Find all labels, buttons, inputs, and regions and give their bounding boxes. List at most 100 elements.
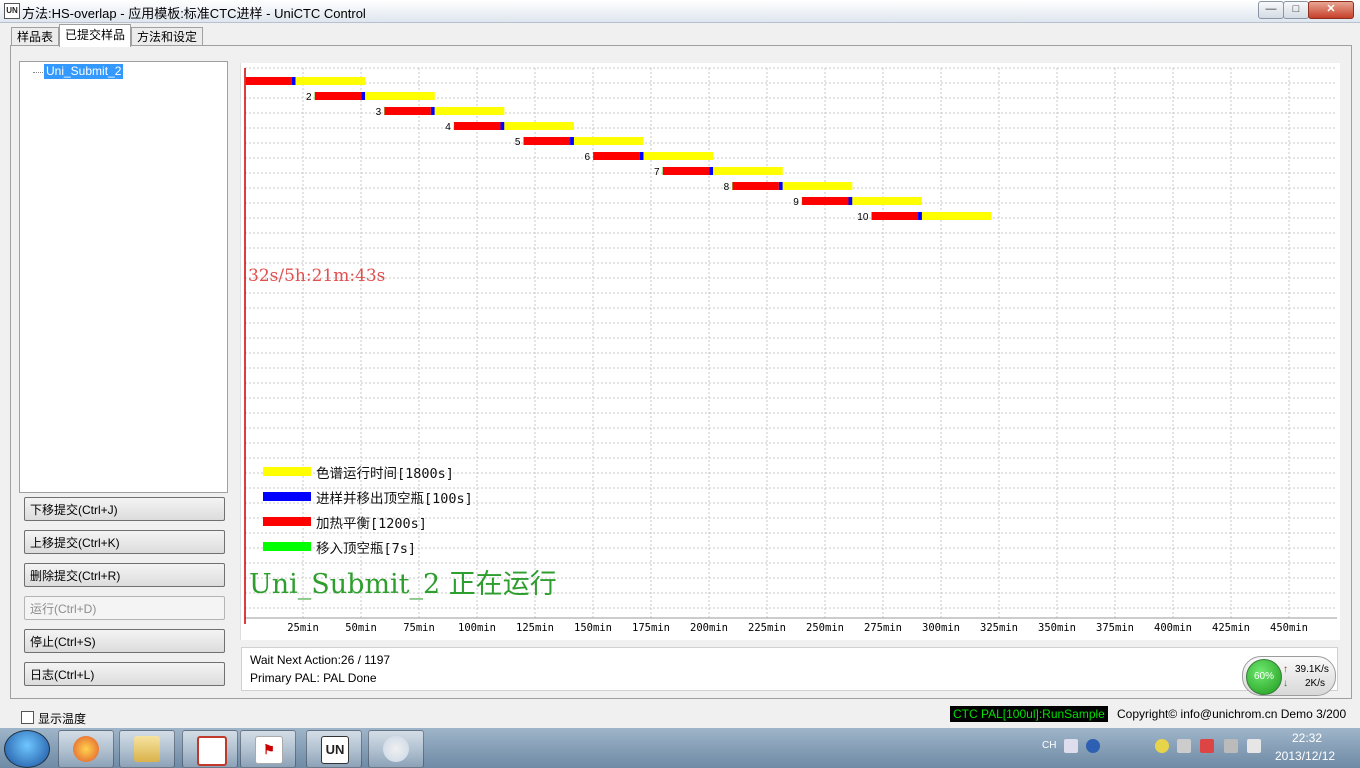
bar-run (643, 152, 714, 160)
legend-swatch (263, 467, 311, 476)
x-tick-label: 250min (806, 622, 844, 634)
pdf-reader-icon[interactable]: ⚑ (240, 730, 296, 768)
tab-method-settings[interactable]: 方法和设定 (131, 27, 204, 46)
bar-inject (500, 122, 505, 130)
bar-run (852, 197, 922, 205)
running-status-label: Uni_Submit_2 正在运行 (249, 569, 557, 600)
elapsed-time-label: 32s/5h:21m:43s (248, 266, 386, 286)
sample-number-label: 8 (724, 182, 730, 193)
sample-number-label: 9 (793, 197, 799, 208)
clock-date[interactable]: 2013/12/12 (1275, 749, 1335, 763)
minimize-button[interactable]: — (1258, 1, 1284, 19)
presentation-icon[interactable] (182, 730, 238, 768)
x-tick-label: 225min (748, 622, 786, 634)
close-button[interactable]: ✕ (1308, 1, 1354, 19)
show-temperature-label: 显示温度 (38, 712, 87, 726)
x-tick-label: 450min (1270, 622, 1308, 634)
legend-label: 移入顶空瓶[7s] (316, 541, 417, 557)
battery-icon[interactable] (1177, 739, 1191, 753)
network-meter-gadget[interactable]: 60% ↑ 39.1K/s ↓ 2K/s (1242, 656, 1336, 696)
bar-inject (361, 92, 366, 100)
tab-submitted-samples[interactable]: 已提交样品 (59, 24, 132, 47)
bar-heat (314, 92, 362, 100)
bar-inject (918, 212, 922, 220)
bar-heat (802, 197, 849, 205)
stop-button[interactable]: 停止(Ctrl+S) (24, 629, 225, 653)
log-button[interactable]: 日志(Ctrl+L) (24, 662, 225, 686)
folder-glyph (134, 736, 160, 762)
x-tick-label: 25min (287, 622, 319, 634)
x-tick-label: 325min (980, 622, 1018, 634)
bar-heat (662, 167, 710, 175)
delete-submission-button[interactable]: 删除提交(Ctrl+R) (24, 563, 225, 587)
unictc-glyph: UN (321, 736, 349, 764)
legend-label: 加热平衡[1200s] (316, 516, 427, 532)
legend-label: 进样并移出顶空瓶[100s] (316, 491, 473, 507)
unictc-app-icon[interactable]: UN (306, 730, 362, 768)
palette-glyph (73, 736, 99, 762)
keyboard-icon[interactable] (1064, 739, 1078, 753)
bar-run (434, 107, 505, 115)
sample-number-label: 5 (515, 137, 521, 148)
language-indicator[interactable]: CH (1042, 740, 1056, 751)
status-box: Wait Next Action:26 / 1197 Primary PAL: … (241, 647, 1338, 691)
bar-inject (848, 197, 853, 205)
bar-run (782, 182, 853, 190)
pal-status-indicator: CTC PAL[100ul]:RunSample (950, 706, 1108, 722)
upload-speed: 39.1K/s (1295, 664, 1329, 675)
start-button[interactable] (4, 730, 50, 768)
show-temperature-checkbox[interactable] (21, 711, 34, 724)
sample-number-label: 2 (306, 92, 312, 103)
bar-heat (871, 212, 919, 220)
tab-sample-table[interactable]: 样品表 (11, 27, 60, 46)
x-tick-label: 100min (458, 622, 496, 634)
paint-glyph (383, 736, 409, 762)
x-tick-label: 375min (1096, 622, 1134, 634)
bar-heat (245, 77, 292, 85)
sample-number-label: 7 (654, 167, 660, 178)
help-icon[interactable] (1086, 739, 1100, 753)
volume-icon[interactable] (1224, 739, 1238, 753)
cpu-percent-ring: 60% (1246, 659, 1282, 695)
x-tick-label: 200min (690, 622, 728, 634)
bar-inject (709, 167, 714, 175)
bar-heat (384, 107, 431, 115)
sample-number-label: 6 (584, 152, 590, 163)
bar-run (295, 77, 366, 85)
legend-swatch (263, 517, 311, 526)
bar-run (921, 212, 992, 220)
bar-inject (570, 137, 574, 145)
run-button[interactable]: 运行(Ctrl+D) (24, 596, 225, 620)
bar-run (573, 137, 644, 145)
signal-icon[interactable] (1247, 739, 1261, 753)
bar-heat (523, 137, 571, 145)
x-tick-label: 300min (922, 622, 960, 634)
submission-tree[interactable] (19, 61, 228, 493)
x-tick-label: 175min (632, 622, 670, 634)
sample-number-label: 3 (376, 107, 382, 118)
legend-label: 色谱运行时间[1800s] (316, 466, 454, 482)
bar-inject (291, 77, 296, 85)
move-down-button[interactable]: 下移提交(Ctrl+J) (24, 497, 225, 521)
pdf-glyph: ⚑ (255, 736, 283, 764)
clock-time[interactable]: 22:32 (1292, 731, 1322, 745)
move-up-button[interactable]: 上移提交(Ctrl+K) (24, 530, 225, 554)
x-tick-label: 50min (345, 622, 377, 634)
add-icon[interactable] (1155, 739, 1169, 753)
paint-palette-icon[interactable] (58, 730, 114, 768)
x-tick-label: 425min (1212, 622, 1250, 634)
sample-number-label: 4 (445, 122, 451, 133)
bar-heat (593, 152, 640, 160)
paint-icon[interactable] (368, 730, 424, 768)
maximize-button[interactable]: □ (1283, 1, 1309, 19)
bar-run (504, 122, 574, 130)
bar-heat (732, 182, 779, 190)
network-icon[interactable] (1200, 739, 1214, 753)
app-icon: UN (4, 3, 20, 19)
primary-pal-text: Primary PAL: PAL Done (250, 671, 377, 685)
tree-connector (33, 72, 43, 73)
file-explorer-icon[interactable] (119, 730, 175, 768)
x-tick-label: 400min (1154, 622, 1192, 634)
x-tick-label: 350min (1038, 622, 1076, 634)
tree-item-submission[interactable]: Uni_Submit_2 (44, 64, 124, 79)
